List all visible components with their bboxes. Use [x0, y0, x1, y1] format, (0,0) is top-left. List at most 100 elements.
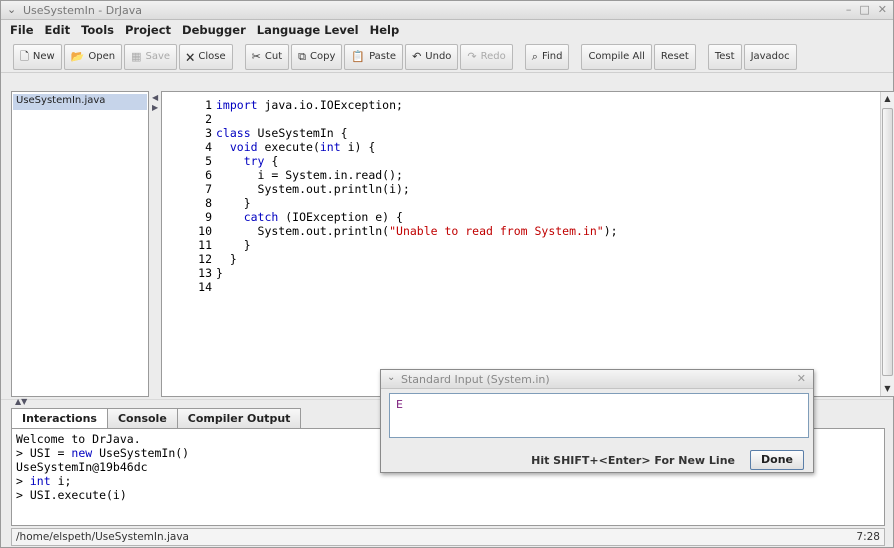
cut-button[interactable]: ✂ Cut [244, 43, 290, 70]
line-number: 12 [198, 252, 212, 266]
line-number: 2 [205, 112, 212, 126]
code-token: java.io.IOException; [257, 98, 403, 112]
save-label: Save [145, 51, 171, 62]
test-button[interactable]: Test [707, 43, 742, 70]
copy-button[interactable]: ⧉ Copy [291, 43, 343, 70]
dialog-close-icon[interactable]: ✕ [797, 372, 806, 385]
undo-button[interactable]: ↶ Undo [405, 43, 459, 70]
code-token: } [216, 266, 223, 280]
code-token: } [216, 196, 251, 210]
save-button[interactable]: ▦ Save [124, 43, 178, 70]
code-token: int [319, 140, 341, 154]
open-button[interactable]: 📂 Open [63, 43, 123, 70]
line-number: 1 [205, 98, 212, 112]
close-icon[interactable]: ✕ [878, 3, 887, 16]
maximize-icon[interactable]: □ [859, 3, 869, 16]
done-button[interactable]: Done [750, 450, 804, 470]
redo-icon: ↷ [467, 50, 477, 63]
line-number: 10 [198, 224, 212, 238]
new-button[interactable]: 🗋 New [13, 43, 62, 70]
code-token: { [264, 154, 279, 168]
title-bar[interactable]: ⌄ UseSystemIn - DrJava – □ ✕ [1, 1, 893, 20]
code-token: import [216, 98, 258, 112]
menu-edit[interactable]: Edit [40, 21, 77, 40]
find-button[interactable]: ⌕ Find [524, 43, 570, 70]
menu-help[interactable]: Help [365, 21, 406, 40]
dialog-title-bar[interactable]: ⌄ Standard Input (System.in) ✕ [381, 370, 813, 389]
file-item-usesystemin[interactable]: UseSystemIn.java [13, 94, 147, 110]
code-text[interactable]: import java.io.IOException; class UseSys… [216, 98, 618, 294]
standard-input-field[interactable]: E [389, 393, 809, 438]
code-token: i = System.in.read(); [216, 168, 403, 182]
code-token: > [16, 474, 30, 488]
splitter-arrows-icon[interactable]: ▲▼ [15, 397, 27, 406]
menu-language-level[interactable]: Language Level [252, 21, 365, 40]
window-menu-icon[interactable]: ⌄ [7, 3, 16, 16]
tab-interactions[interactable]: Interactions [11, 408, 108, 428]
paste-icon: 📋 [351, 50, 366, 63]
compile-all-button[interactable]: Compile All [581, 43, 652, 70]
interaction-line: > int i; [16, 474, 880, 488]
menu-debugger[interactable]: Debugger [177, 21, 252, 40]
code-line: } [216, 196, 618, 210]
scroll-down-icon[interactable]: ▼ [881, 382, 894, 396]
bottom-tabs: Interactions Console Compiler Output [11, 408, 302, 428]
dialog-menu-icon[interactable]: ⌄ [387, 372, 395, 383]
redo-button[interactable]: ↷ Redo [460, 43, 513, 70]
close-button[interactable]: 🗙 Close [179, 43, 233, 70]
line-number: 7 [205, 182, 212, 196]
code-editor[interactable]: 1 2 3 4 5 6 7 8 9 10 11 12 13 14 import java.io.IOExc… [161, 91, 894, 397]
editor-scrollbar[interactable]: ▲ ▼ [880, 92, 894, 396]
code-line: i = System.in.read(); [216, 168, 618, 182]
line-number: 9 [205, 210, 212, 224]
reset-button[interactable]: Reset [653, 43, 696, 70]
expand-right-icon[interactable]: ▶ [152, 103, 158, 112]
toolbar: 🗋 New 📂 Open ▦ Save 🗙 Close ✂ Cut ⧉ Copy 📋 Paste ↶ Undo… [1, 41, 893, 73]
vertical-splitter[interactable]: ◀ ▶ [151, 91, 161, 397]
line-number: 11 [198, 238, 212, 252]
menu-bar: File Edit Tools Project Debugger Language Lev… [1, 21, 893, 40]
file-path: /home/elspeth/UseSystemIn.java [16, 531, 189, 543]
code-token: void [229, 140, 258, 154]
tab-console[interactable]: Console [106, 408, 178, 428]
minimize-icon[interactable]: – [846, 3, 852, 16]
code-token: > USI = [16, 446, 72, 460]
javadoc-button[interactable]: Javadoc [743, 43, 797, 70]
line-number: 4 [205, 140, 212, 154]
collapse-left-icon[interactable]: ◀ [152, 93, 158, 102]
code-line: import java.io.IOException; [216, 98, 618, 112]
paste-button[interactable]: 📋 Paste [344, 43, 404, 70]
javadoc-label: Javadoc [750, 51, 790, 62]
code-token: execute( [257, 140, 320, 154]
code-token: ); [603, 224, 618, 238]
code-token: UseSystemIn@19b46dc [16, 460, 148, 474]
cursor-position: 7:28 [856, 531, 880, 543]
window-title: UseSystemIn - DrJava [23, 4, 142, 17]
reset-label: Reset [660, 51, 689, 62]
undo-icon: ↶ [412, 50, 422, 63]
file-list[interactable]: UseSystemIn.java [11, 91, 149, 397]
code-token: int [29, 474, 51, 488]
menu-project[interactable]: Project [120, 21, 177, 40]
test-label: Test [714, 51, 735, 62]
code-line: try { [216, 154, 618, 168]
menu-tools[interactable]: Tools [76, 21, 120, 40]
code-line: System.out.println("Unable to read from … [216, 224, 618, 238]
scrollbar-thumb[interactable] [882, 108, 893, 376]
tab-compiler-output[interactable]: Compiler Output [176, 408, 302, 428]
code-line: } [216, 238, 618, 252]
close-file-icon: 🗙 [186, 50, 195, 63]
code-token: UseSystemIn { [250, 126, 348, 140]
scroll-up-icon[interactable]: ▲ [881, 92, 894, 106]
line-number: 3 [205, 126, 212, 140]
window-controls: – □ ✕ [846, 3, 887, 16]
code-line: catch (IOException e) { [216, 210, 618, 224]
copy-icon: ⧉ [298, 50, 306, 63]
redo-label: Redo [480, 51, 506, 62]
line-number: 14 [198, 280, 212, 294]
menu-file[interactable]: File [5, 21, 40, 40]
